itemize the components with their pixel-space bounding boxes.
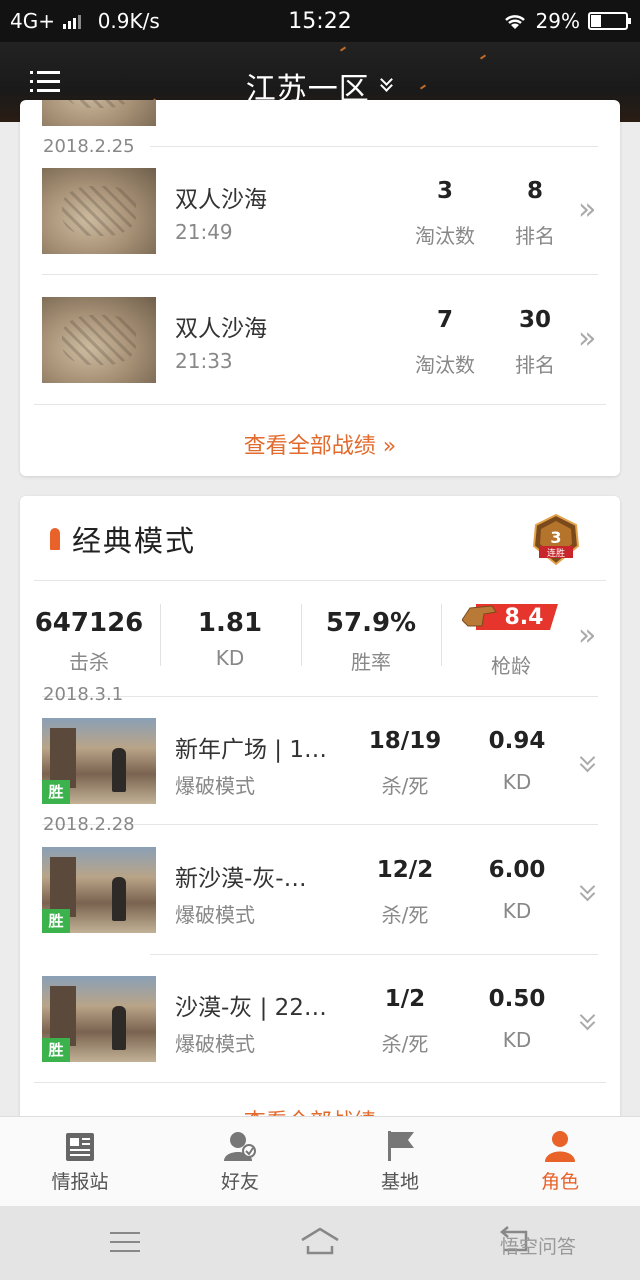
ranked-records-card: 2018.2.25 双人沙海 21:49 3 淘汰数 8 排名 » 双人沙海 2… [20, 100, 620, 476]
ranked-match-row[interactable]: 双人沙海 21:33 7 淘汰数 30 排名 » [20, 275, 620, 403]
chevron-right-icon[interactable]: » [578, 321, 596, 356]
friends-icon [224, 1132, 256, 1161]
flag-icon [388, 1131, 414, 1161]
kd-value: 1.81 [197, 608, 263, 638]
classic-summary[interactable]: 647126 击杀 1.81 KD 57.9% 胜率 8.4 枪龄 » [20, 600, 620, 678]
ranked-match-row[interactable]: 双人沙海 21:49 3 淘汰数 8 排名 » [20, 146, 620, 274]
kd-ratio-label: 杀/死 [381, 903, 429, 927]
gun-age-value: 8.4 [505, 605, 544, 630]
match-name: 双人沙海 [175, 187, 267, 213]
streak-label: 连胜 [547, 547, 565, 559]
tab-label: 情报站 [51, 1171, 109, 1193]
menu-icon[interactable] [110, 1230, 140, 1254]
status-bar: 4G+ 0.9K/s 15:22 29% [0, 0, 640, 42]
match-time: 21:33 [175, 349, 233, 373]
battery-icon [588, 12, 631, 30]
bullet-icon [50, 528, 60, 550]
kd-value: 0.94 [488, 728, 546, 754]
chevron-down-icon [380, 73, 394, 92]
map-thumbnail [42, 297, 156, 383]
tab-character[interactable]: 角色 [480, 1117, 640, 1207]
win-streak-badge: 3 连胜 [532, 513, 580, 566]
tab-label: 基地 [380, 1171, 419, 1193]
total-kills-value: 647126 [34, 608, 144, 638]
kd-value: 6.00 [488, 857, 546, 883]
total-kills-label: 击杀 [69, 650, 109, 674]
match-name: 新沙漠-灰-… [175, 866, 307, 892]
rank-value: 8 [526, 178, 543, 204]
win-rate-value: 57.9% [325, 608, 417, 638]
map-thumbnail: 胜 [42, 976, 156, 1062]
match-time: 21:49 [175, 220, 233, 244]
map-thumbnail [42, 100, 156, 126]
kd-ratio-value: 1/2 [384, 986, 426, 1012]
chevron-right-icon[interactable]: » [578, 192, 596, 227]
rank-label: 排名 [515, 353, 555, 377]
chevron-down-icon[interactable] [578, 752, 598, 772]
kd-label: KD [502, 899, 532, 923]
match-mode: 爆破模式 [175, 1032, 255, 1056]
match-name: 新年广场 | 1… [175, 737, 328, 763]
kd-ratio-value: 18/19 [368, 728, 442, 754]
chevron-down-icon[interactable] [578, 881, 598, 901]
classic-match-row[interactable]: 胜 沙漠-灰 | 22… 爆破模式 1/2 杀/死 0.50 KD [20, 954, 620, 1082]
win-badge: 胜 [42, 780, 70, 804]
map-thumbnail: 胜 [42, 718, 156, 804]
map-thumbnail [42, 168, 156, 254]
tab-base[interactable]: 基地 [320, 1117, 480, 1207]
match-mode: 爆破模式 [175, 903, 255, 927]
classic-mode-card: 经典模式 3 连胜 647126 击杀 1.81 KD 57.9% 胜率 8.4… [20, 496, 620, 1136]
streak-number: 3 [550, 528, 561, 547]
kd-label: KD [502, 1028, 532, 1052]
section-title: 经典模式 [72, 524, 197, 558]
classic-match-row[interactable]: 胜 新年广场 | 1… 爆破模式 18/19 杀/死 0.94 KD [20, 696, 620, 824]
chevron-down-icon[interactable] [578, 1010, 598, 1030]
person-icon [545, 1131, 575, 1162]
map-thumbnail: 胜 [42, 847, 156, 933]
match-mode: 爆破模式 [175, 774, 255, 798]
classic-match-row[interactable]: 胜 新沙漠-灰-… 爆破模式 12/2 杀/死 6.00 KD [20, 825, 620, 953]
home-icon[interactable] [300, 1226, 340, 1256]
tab-label: 好友 [220, 1171, 259, 1193]
newspaper-icon [66, 1133, 94, 1161]
bottom-tab-bar: 情报站 好友 基地 角色 [0, 1116, 640, 1207]
tab-label: 角色 [540, 1171, 579, 1193]
kd-label: KD [502, 770, 532, 794]
gun-age-badge: 8.4 [462, 604, 558, 630]
kd-value: 0.50 [488, 986, 546, 1012]
rank-label: 排名 [515, 224, 555, 248]
tab-intel[interactable]: 情报站 [0, 1117, 160, 1207]
battery-percent: 29% [535, 9, 580, 33]
win-badge: 胜 [42, 1038, 70, 1062]
win-rate-label: 胜率 [351, 650, 391, 674]
view-all-records-link[interactable]: 查看全部战绩 » [20, 428, 620, 460]
wifi-icon [504, 15, 525, 29]
rank-value: 30 [518, 307, 551, 333]
gun-age-label: 枪龄 [491, 654, 531, 678]
watermark: 悟空问答 [500, 1236, 577, 1258]
kd-label: KD [215, 646, 245, 670]
kd-ratio-label: 杀/死 [381, 774, 429, 798]
win-badge: 胜 [42, 909, 70, 933]
kd-ratio-label: 杀/死 [381, 1032, 429, 1056]
chevron-right-icon[interactable]: » [578, 618, 596, 653]
match-name: 双人沙海 [175, 316, 267, 342]
tab-friends[interactable]: 好友 [160, 1117, 320, 1207]
kd-ratio-value: 12/2 [376, 857, 434, 883]
match-name: 沙漠-灰 | 22… [175, 995, 327, 1021]
